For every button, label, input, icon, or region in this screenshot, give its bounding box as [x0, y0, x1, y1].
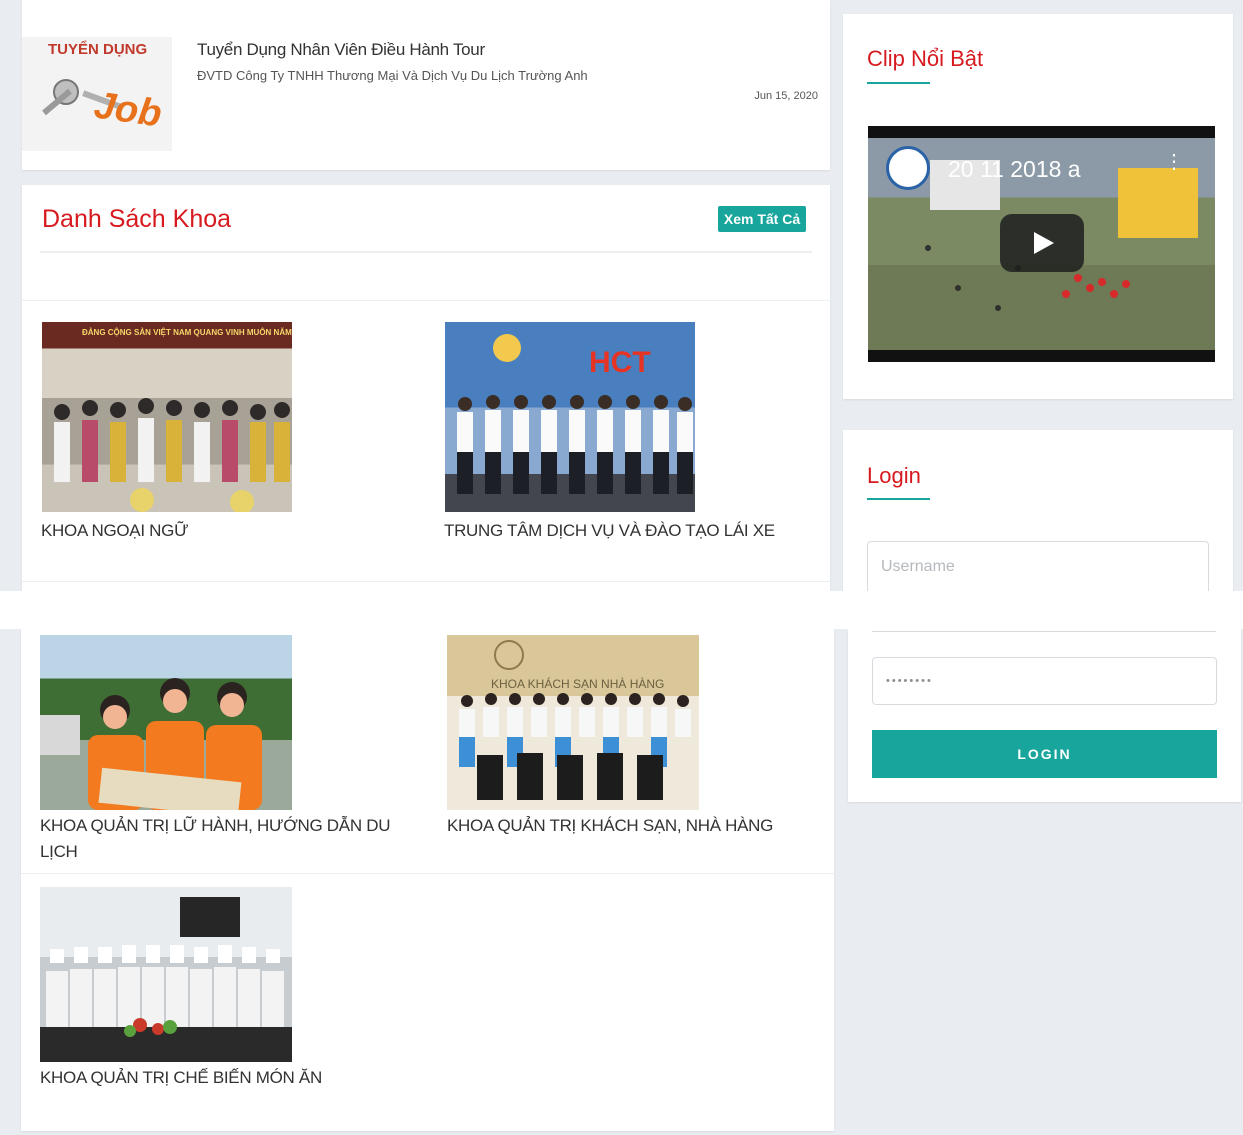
- top-screenshot: TUYỂN DỤNG Job Tuyển Dụng Nhân Viên Điều…: [0, 0, 1243, 591]
- department-name[interactable]: KHOA QUẢN TRỊ CHẾ BIẾN MÓN ĂN: [40, 1065, 322, 1091]
- chefs-photo-graphic: [46, 897, 284, 1037]
- job-badge-word: Job: [91, 84, 165, 136]
- row-divider: [21, 873, 834, 874]
- job-post-card[interactable]: TUYỂN DỤNG Job Tuyển Dụng Nhân Viên Điều…: [22, 0, 830, 170]
- login-title-underline: [867, 498, 930, 500]
- students-photo-graphic: [40, 678, 262, 810]
- password-input[interactable]: ••••••••: [872, 657, 1217, 705]
- row-divider: [22, 300, 830, 301]
- video-menu-icon[interactable]: ⋮: [1164, 152, 1184, 172]
- department-name[interactable]: TRUNG TÂM DỊCH VỤ VÀ ĐÀO TẠO LÁI XE: [444, 518, 775, 544]
- department-name[interactable]: KHOA QUẢN TRỊ LỮ HÀNH, HƯỚNG DẪN DU LỊCH: [40, 813, 400, 865]
- bottom-screenshot: KHOA QUẢN TRỊ LỮ HÀNH, HƯỚNG DẪN DU LỊCH…: [0, 629, 1243, 1135]
- video-title: 20 11 2018 a: [948, 156, 1081, 182]
- department-image-driving-center[interactable]: HCT: [445, 322, 695, 512]
- section-heading: Danh Sách Khoa: [42, 205, 232, 233]
- video-player[interactable]: 20 11 2018 a ⋮: [868, 126, 1215, 362]
- job-company: ĐVTD Công Ty TNHH Thương Mại Và Dịch Vụ …: [197, 68, 588, 83]
- channel-logo-icon: [886, 146, 930, 190]
- department-image-foreign-languages[interactable]: ĐẢNG CỘNG SẢN VIỆT NAM QUANG VINH MUÔN N…: [42, 322, 292, 512]
- group-photo-graphic: [457, 334, 693, 494]
- username-input-edge: [872, 631, 1216, 632]
- job-thumbnail[interactable]: TUYỂN DỤNG Job: [22, 37, 172, 151]
- department-name[interactable]: KHOA NGOẠI NGỮ: [41, 518, 189, 544]
- play-button-icon[interactable]: [1000, 214, 1084, 272]
- department-list-card-continued: KHOA QUẢN TRỊ LỮ HÀNH, HƯỚNG DẪN DU LỊCH…: [21, 629, 834, 1131]
- login-button[interactable]: LOGIN: [872, 730, 1217, 778]
- login-title: Login: [867, 463, 921, 488]
- row-divider: [22, 581, 830, 582]
- view-all-button[interactable]: Xem Tất Cả: [718, 206, 806, 232]
- department-name[interactable]: KHOA QUẢN TRỊ KHÁCH SẠN, NHÀ HÀNG: [447, 813, 773, 839]
- group-photo-graphic: [54, 398, 290, 512]
- login-card-continued: •••••••• LOGIN: [848, 629, 1241, 802]
- department-image-travel-guide[interactable]: [40, 635, 292, 810]
- login-card: Login Username: [843, 430, 1233, 591]
- department-list-card: Danh Sách Khoa Xem Tất Cả ĐẢNG CỘNG SẢN …: [22, 185, 830, 591]
- staff-photo-graphic: [459, 640, 691, 800]
- job-title[interactable]: Tuyển Dụng Nhân Viên Điều Hành Tour: [197, 40, 485, 60]
- video-frame: 20 11 2018 a ⋮: [868, 138, 1215, 350]
- department-image-hotel-restaurant[interactable]: KHOA KHÁCH SẠN NHÀ HÀNG: [447, 635, 699, 810]
- clip-title: Clip Nổi Bật: [867, 46, 984, 71]
- clip-title-underline: [867, 82, 930, 84]
- department-image-culinary[interactable]: [40, 887, 292, 1062]
- username-input[interactable]: Username: [867, 541, 1209, 591]
- featured-clip-card: Clip Nổi Bật 20 11 2018 a ⋮: [843, 14, 1233, 399]
- heading-divider: [40, 251, 812, 253]
- job-date: Jun 15, 2020: [754, 90, 818, 102]
